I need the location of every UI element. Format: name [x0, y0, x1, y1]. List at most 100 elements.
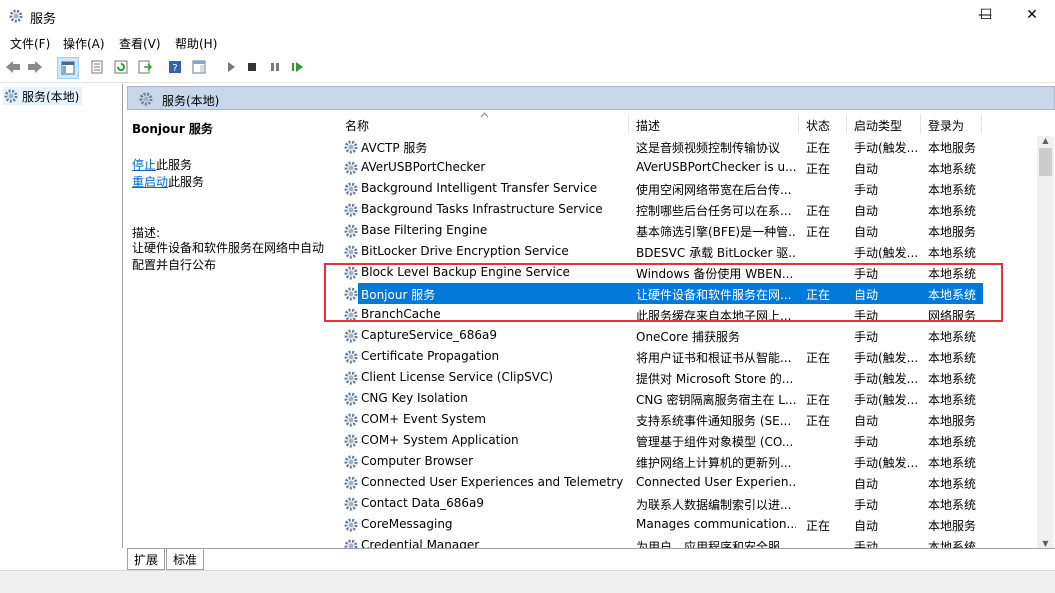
tab-standard[interactable]: 标准 [166, 549, 205, 570]
service-status: 正在 [806, 393, 831, 407]
service-log-on-as: 本地服务 [928, 519, 977, 533]
title-bar: 服务 — ☐ ✕ [0, 0, 1055, 32]
service-gear-icon [344, 518, 358, 532]
service-description: 为用户、应用程序和安全服... [636, 540, 792, 548]
service-description: Manages communication... [636, 517, 796, 531]
menu-bar: 文件(F) 操作(A) 查看(V) 帮助(H) [0, 32, 1055, 54]
maximize-button[interactable]: ☐ [963, 0, 1009, 30]
column-header-description[interactable]: 描述 [636, 117, 660, 134]
service-log-on-as: 本地服务 [928, 141, 977, 155]
service-status: 正在 [806, 225, 831, 239]
tab-extended[interactable]: 扩展 [127, 549, 166, 570]
column-header-name[interactable]: 名称 [345, 117, 369, 134]
service-gear-icon [344, 371, 358, 385]
service-description: 维护网络上计算机的更新列... [636, 456, 792, 470]
service-name: Background Intelligent Transfer Service [361, 181, 598, 195]
service-gear-icon [344, 140, 358, 154]
extended-description-pane: Bonjour 服务 停止此服务 重启动此服务 描述: 让硬件设备和软件服务在网… [127, 110, 327, 550]
service-row[interactable]: Background Tasks Infrastructure Service 控… [335, 199, 1037, 220]
service-log-on-as: 本地系统 [928, 204, 977, 218]
service-row[interactable]: CoreMessaging Manages communication... 正在 自… [335, 514, 1037, 535]
service-row[interactable]: Certificate Propagation 将用户证书和根证书从智能... 正在… [335, 346, 1037, 367]
menu-help[interactable]: 帮助(H) [175, 35, 217, 52]
service-row[interactable]: Client License Service (ClipSVC) 提供对 Micr… [335, 367, 1037, 388]
service-log-on-as: 本地系统 [928, 330, 977, 344]
service-gear-icon [344, 476, 358, 490]
service-name: COM+ Event System [361, 412, 486, 426]
service-gear-icon [344, 539, 358, 548]
help-icon[interactable]: ? [166, 58, 184, 76]
restart-service-link[interactable]: 重启动 [132, 175, 168, 189]
console-tree-icon[interactable] [57, 57, 79, 79]
scroll-up-icon[interactable]: ▲ [1037, 136, 1054, 145]
scroll-down-icon[interactable]: ▼ [1037, 539, 1054, 548]
show-hide-icon[interactable] [190, 58, 208, 76]
service-description: 管理基于组件对象模型 (CO... [636, 435, 794, 449]
service-gear-icon [344, 392, 358, 406]
service-row[interactable]: Connected User Experiences and Telemetry… [335, 472, 1037, 493]
service-name: CoreMessaging [361, 517, 453, 531]
menu-file[interactable]: 文件(F) [10, 35, 50, 52]
service-row[interactable]: Base Filtering Engine 基本筛选引擎(BFE)是一种管... 正… [335, 220, 1037, 241]
service-log-on-as: 本地系统 [928, 162, 977, 176]
close-button[interactable]: ✕ [1009, 0, 1055, 30]
service-log-on-as: 本地系统 [928, 435, 977, 449]
service-gear-icon [344, 329, 358, 343]
service-name: CNG Key Isolation [361, 391, 468, 405]
service-row[interactable]: COM+ Event System 支持系统事件通知服务 (SE... 正在 自动 本地… [335, 409, 1037, 430]
column-header-log-on-as[interactable]: 登录为 [928, 117, 964, 134]
service-row[interactable]: COM+ System Application 管理基于组件对象模型 (CO...… [335, 430, 1037, 451]
service-name: Base Filtering Engine [361, 223, 488, 237]
service-log-on-as: 本地系统 [928, 351, 977, 365]
resume-icon[interactable] [289, 58, 307, 76]
service-name: Computer Browser [361, 454, 474, 468]
service-description: Connected User Experien... [636, 475, 796, 489]
back-arrow-icon[interactable] [4, 58, 22, 76]
service-startup-type: 手动(触发... [854, 351, 919, 365]
menu-action[interactable]: 操作(A) [63, 35, 105, 52]
service-status: 正在 [806, 204, 831, 218]
service-description: 将用户证书和根证书从智能... [636, 351, 792, 365]
service-name: Client License Service (ClipSVC) [361, 370, 554, 384]
service-startup-type: 手动(触发... [854, 246, 919, 260]
service-row[interactable]: CaptureService_686a9 OneCore 捕获服务 手动 本地系统 [335, 325, 1037, 346]
stop-icon[interactable] [243, 58, 261, 76]
service-row[interactable]: Contact Data_686a9 为联系人数据编制索引以进... 手动 本地系统 [335, 493, 1037, 514]
menu-view[interactable]: 查看(V) [119, 35, 161, 52]
service-name: Certificate Propagation [361, 349, 500, 363]
service-log-on-as: 本地系统 [928, 246, 977, 260]
service-startup-type: 自动 [854, 162, 879, 176]
services-gear-icon [9, 9, 23, 23]
forward-arrow-icon[interactable] [26, 58, 44, 76]
scrollbar-thumb[interactable] [1039, 148, 1052, 176]
service-gear-icon [344, 497, 358, 511]
service-status: 正在 [806, 141, 831, 155]
service-gear-icon [344, 455, 358, 469]
pause-icon[interactable] [266, 58, 284, 76]
service-row[interactable]: Credential Manager 为用户、应用程序和安全服... 手动 本地系统 [335, 535, 1037, 548]
services-list: 名称 描述 状态 启动类型 登录为 AVCTP 服务 这是音频视频控制传输协议 正在… [335, 110, 1037, 548]
vertical-scrollbar[interactable]: ▲ ▼ [1037, 136, 1054, 548]
service-row[interactable]: BitLocker Drive Encryption Service BDESVC… [335, 241, 1037, 262]
refresh-icon[interactable] [112, 58, 130, 76]
properties-icon[interactable] [88, 58, 106, 76]
column-header-startup-type[interactable]: 启动类型 [854, 117, 902, 134]
service-row[interactable]: AVCTP 服务 这是音频视频控制传输协议 正在 手动(触发... 本地服务 [335, 136, 1037, 157]
service-row[interactable]: Background Intelligent Transfer Service 使… [335, 178, 1037, 199]
service-startup-type: 自动 [854, 204, 879, 218]
service-startup-type: 自动 [854, 225, 879, 239]
service-row[interactable]: CNG Key Isolation CNG 密钥隔离服务宿主在 L... 正在 手动(… [335, 388, 1037, 409]
tree-node-services-local[interactable]: 服务(本地) [3, 87, 83, 105]
play-icon[interactable] [222, 58, 240, 76]
service-gear-icon [344, 413, 358, 427]
window-title: 服务 [30, 12, 57, 27]
service-row[interactable]: AVerUSBPortChecker AVerUSBPortChecker is … [335, 157, 1037, 178]
export-icon[interactable] [136, 58, 154, 76]
service-gear-icon [344, 434, 358, 448]
service-status: 正在 [806, 351, 831, 365]
stop-service-link[interactable]: 停止 [132, 158, 156, 172]
column-header-status[interactable]: 状态 [806, 117, 830, 134]
service-row[interactable]: Computer Browser 维护网络上计算机的更新列... 手动(触发... 本… [335, 451, 1037, 472]
service-startup-type: 自动 [854, 519, 879, 533]
selected-service-name: Bonjour 服务 [132, 122, 213, 136]
